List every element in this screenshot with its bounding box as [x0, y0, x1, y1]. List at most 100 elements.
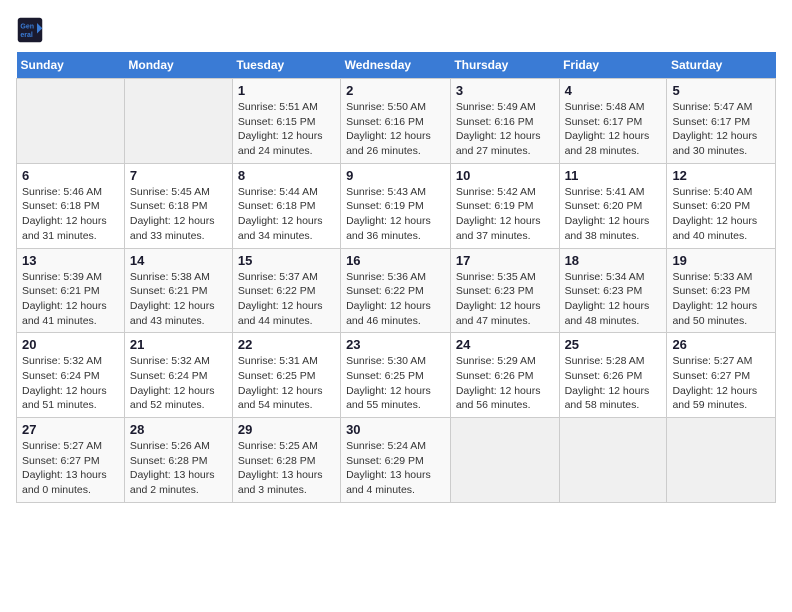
day-info: Sunrise: 5:38 AM Sunset: 6:21 PM Dayligh… — [130, 270, 227, 329]
calendar-cell: 1Sunrise: 5:51 AM Sunset: 6:15 PM Daylig… — [232, 79, 340, 164]
day-info: Sunrise: 5:42 AM Sunset: 6:19 PM Dayligh… — [456, 185, 554, 244]
calendar-cell: 25 Sunrise: 5:28 AM Sunset: 6:26 PM Dayli… — [559, 333, 667, 418]
day-info: Sunrise: 5:49 AM Sunset: 6:16 PM Dayligh… — [456, 100, 554, 159]
day-info: Sunrise: 5:47 AM Sunset: 6:17 PM Dayligh… — [672, 100, 770, 159]
day-number: 23 — [346, 337, 445, 352]
day-info: Sunrise: 5:44 AM Sunset: 6:18 PM Dayligh… — [238, 185, 335, 244]
calendar-cell: 8 Sunrise: 5:44 AM Sunset: 6:18 PM Daylig… — [232, 163, 340, 248]
day-number: 20 — [22, 337, 119, 352]
svg-text:eral: eral — [20, 32, 33, 39]
day-number: 13 — [22, 253, 119, 268]
day-number: 2 — [346, 83, 445, 98]
day-number: 28 — [130, 422, 227, 437]
calendar-day-header: Saturday — [667, 52, 776, 79]
day-info: Sunrise: 5:29 AM Sunset: 6:26 PM Dayligh… — [456, 354, 554, 413]
day-info: Sunrise: 5:27 AM Sunset: 6:27 PM Dayligh… — [672, 354, 770, 413]
calendar-cell: 23 Sunrise: 5:30 AM Sunset: 6:25 PM Dayli… — [341, 333, 451, 418]
day-info: Sunrise: 5:39 AM Sunset: 6:21 PM Dayligh… — [22, 270, 119, 329]
logo-icon: Gen eral — [16, 16, 44, 44]
calendar-header-row: SundayMondayTuesdayWednesdayThursdayFrid… — [17, 52, 776, 79]
day-number: 5 — [672, 83, 770, 98]
calendar-cell: 11Sunrise: 5:41 AM Sunset: 6:20 PM Dayli… — [559, 163, 667, 248]
day-info: Sunrise: 5:32 AM Sunset: 6:24 PM Dayligh… — [130, 354, 227, 413]
calendar-cell: 3Sunrise: 5:49 AM Sunset: 6:16 PM Daylig… — [450, 79, 559, 164]
logo: Gen eral — [16, 16, 48, 44]
calendar-day-header: Sunday — [17, 52, 125, 79]
calendar-cell — [450, 418, 559, 503]
calendar-cell: 12 Sunrise: 5:40 AM Sunset: 6:20 PM Dayli… — [667, 163, 776, 248]
day-number: 30 — [346, 422, 445, 437]
calendar-cell: 28Sunrise: 5:26 AM Sunset: 6:28 PM Dayli… — [124, 418, 232, 503]
day-info: Sunrise: 5:40 AM Sunset: 6:20 PM Dayligh… — [672, 185, 770, 244]
day-info: Sunrise: 5:37 AM Sunset: 6:22 PM Dayligh… — [238, 270, 335, 329]
day-info: Sunrise: 5:34 AM Sunset: 6:23 PM Dayligh… — [565, 270, 662, 329]
calendar-week-row: 1Sunrise: 5:51 AM Sunset: 6:15 PM Daylig… — [17, 79, 776, 164]
day-info: Sunrise: 5:43 AM Sunset: 6:19 PM Dayligh… — [346, 185, 445, 244]
calendar-cell: 17 Sunrise: 5:35 AM Sunset: 6:23 PM Dayli… — [450, 248, 559, 333]
calendar-cell: 15Sunrise: 5:37 AM Sunset: 6:22 PM Dayli… — [232, 248, 340, 333]
day-number: 9 — [346, 168, 445, 183]
day-number: 8 — [238, 168, 335, 183]
calendar-cell: 18 Sunrise: 5:34 AM Sunset: 6:23 PM Dayli… — [559, 248, 667, 333]
day-number: 7 — [130, 168, 227, 183]
day-number: 1 — [238, 83, 335, 98]
calendar-cell — [559, 418, 667, 503]
day-number: 27 — [22, 422, 119, 437]
day-info: Sunrise: 5:45 AM Sunset: 6:18 PM Dayligh… — [130, 185, 227, 244]
calendar-cell: 21Sunrise: 5:32 AM Sunset: 6:24 PM Dayli… — [124, 333, 232, 418]
day-number: 29 — [238, 422, 335, 437]
day-number: 18 — [565, 253, 662, 268]
calendar-week-row: 20 Sunrise: 5:32 AM Sunset: 6:24 PM Dayli… — [17, 333, 776, 418]
calendar-week-row: 6 Sunrise: 5:46 AM Sunset: 6:18 PM Daylig… — [17, 163, 776, 248]
calendar-cell — [667, 418, 776, 503]
day-number: 24 — [456, 337, 554, 352]
calendar-day-header: Tuesday — [232, 52, 340, 79]
svg-text:Gen: Gen — [20, 23, 34, 30]
day-info: Sunrise: 5:28 AM Sunset: 6:26 PM Dayligh… — [565, 354, 662, 413]
calendar-cell: 22 Sunrise: 5:31 AM Sunset: 6:25 PM Dayli… — [232, 333, 340, 418]
calendar-cell: 26Sunrise: 5:27 AM Sunset: 6:27 PM Dayli… — [667, 333, 776, 418]
calendar-cell: 27 Sunrise: 5:27 AM Sunset: 6:27 PM Dayli… — [17, 418, 125, 503]
calendar-day-header: Wednesday — [341, 52, 451, 79]
calendar-cell — [124, 79, 232, 164]
day-info: Sunrise: 5:32 AM Sunset: 6:24 PM Dayligh… — [22, 354, 119, 413]
calendar-cell: 19Sunrise: 5:33 AM Sunset: 6:23 PM Dayli… — [667, 248, 776, 333]
calendar-cell: 10 Sunrise: 5:42 AM Sunset: 6:19 PM Dayli… — [450, 163, 559, 248]
day-info: Sunrise: 5:41 AM Sunset: 6:20 PM Dayligh… — [565, 185, 662, 244]
calendar-cell: 7 Sunrise: 5:45 AM Sunset: 6:18 PM Daylig… — [124, 163, 232, 248]
calendar-week-row: 13 Sunrise: 5:39 AM Sunset: 6:21 PM Dayli… — [17, 248, 776, 333]
calendar-cell: 20 Sunrise: 5:32 AM Sunset: 6:24 PM Dayli… — [17, 333, 125, 418]
calendar-cell: 6 Sunrise: 5:46 AM Sunset: 6:18 PM Daylig… — [17, 163, 125, 248]
day-info: Sunrise: 5:48 AM Sunset: 6:17 PM Dayligh… — [565, 100, 662, 159]
calendar-cell — [17, 79, 125, 164]
day-number: 4 — [565, 83, 662, 98]
day-number: 16 — [346, 253, 445, 268]
day-info: Sunrise: 5:27 AM Sunset: 6:27 PM Dayligh… — [22, 439, 119, 498]
calendar-cell: 4 Sunrise: 5:48 AM Sunset: 6:17 PM Daylig… — [559, 79, 667, 164]
day-info: Sunrise: 5:46 AM Sunset: 6:18 PM Dayligh… — [22, 185, 119, 244]
calendar-day-header: Monday — [124, 52, 232, 79]
calendar-cell: 13 Sunrise: 5:39 AM Sunset: 6:21 PM Dayli… — [17, 248, 125, 333]
calendar-cell: 5 Sunrise: 5:47 AM Sunset: 6:17 PM Daylig… — [667, 79, 776, 164]
calendar-day-header: Thursday — [450, 52, 559, 79]
calendar-cell: 9 Sunrise: 5:43 AM Sunset: 6:19 PM Daylig… — [341, 163, 451, 248]
calendar-day-header: Friday — [559, 52, 667, 79]
day-number: 22 — [238, 337, 335, 352]
calendar-cell: 29 Sunrise: 5:25 AM Sunset: 6:28 PM Dayli… — [232, 418, 340, 503]
day-number: 17 — [456, 253, 554, 268]
day-number: 14 — [130, 253, 227, 268]
day-info: Sunrise: 5:50 AM Sunset: 6:16 PM Dayligh… — [346, 100, 445, 159]
day-number: 12 — [672, 168, 770, 183]
calendar-table: SundayMondayTuesdayWednesdayThursdayFrid… — [16, 52, 776, 503]
day-info: Sunrise: 5:25 AM Sunset: 6:28 PM Dayligh… — [238, 439, 335, 498]
day-number: 10 — [456, 168, 554, 183]
day-info: Sunrise: 5:31 AM Sunset: 6:25 PM Dayligh… — [238, 354, 335, 413]
day-info: Sunrise: 5:35 AM Sunset: 6:23 PM Dayligh… — [456, 270, 554, 329]
day-number: 25 — [565, 337, 662, 352]
day-number: 6 — [22, 168, 119, 183]
day-info: Sunrise: 5:30 AM Sunset: 6:25 PM Dayligh… — [346, 354, 445, 413]
day-info: Sunrise: 5:24 AM Sunset: 6:29 PM Dayligh… — [346, 439, 445, 498]
day-info: Sunrise: 5:36 AM Sunset: 6:22 PM Dayligh… — [346, 270, 445, 329]
page-header: Gen eral — [16, 16, 776, 44]
day-info: Sunrise: 5:33 AM Sunset: 6:23 PM Dayligh… — [672, 270, 770, 329]
